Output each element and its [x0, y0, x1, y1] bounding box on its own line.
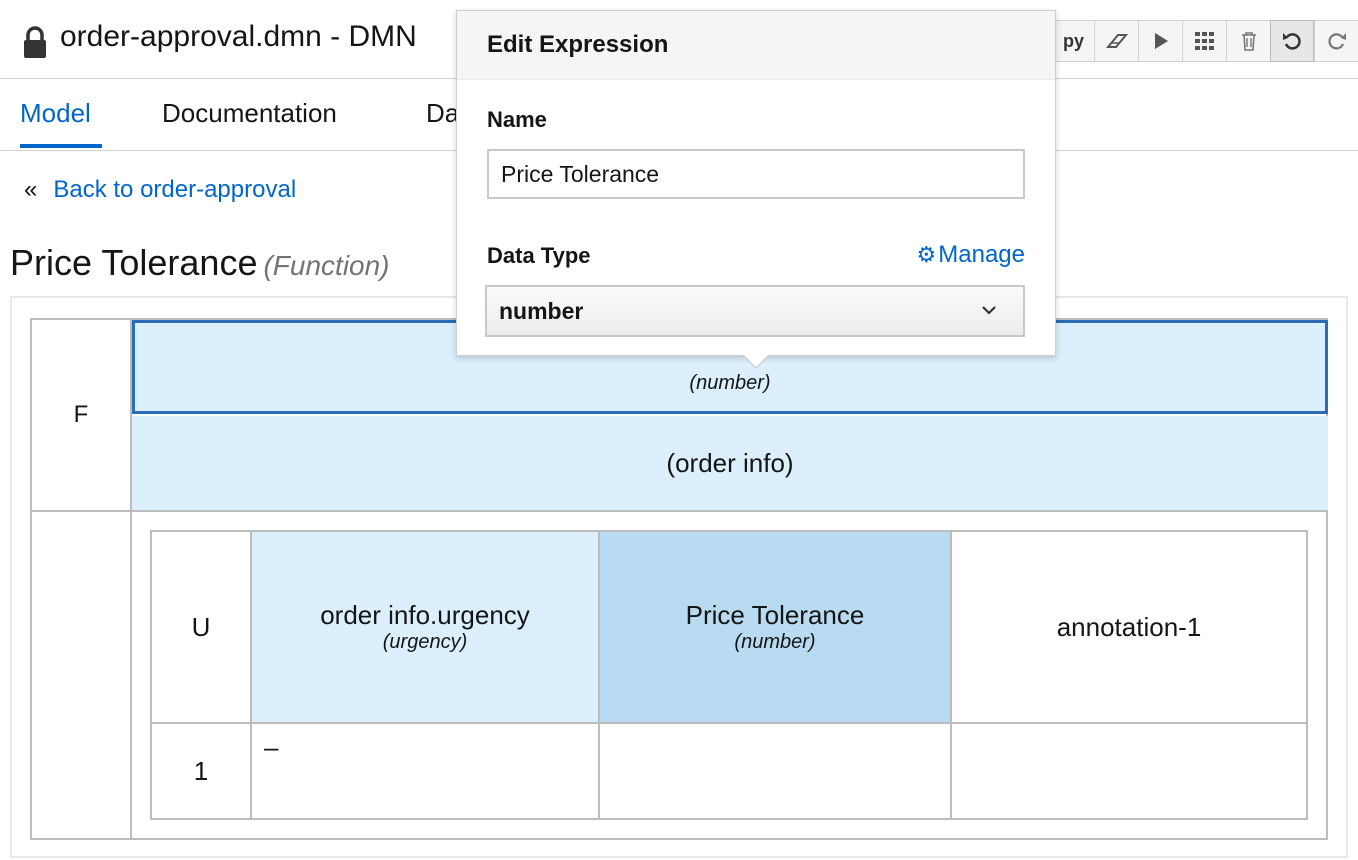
output-column-name: Price Tolerance: [685, 600, 865, 630]
manage-label: Manage: [938, 241, 1025, 268]
eraser-button[interactable]: [1094, 20, 1138, 62]
redo-button[interactable]: [1314, 20, 1358, 62]
back-link-label: Back to order-approval: [53, 176, 297, 203]
toolbar: py: [1034, 20, 1358, 64]
data-type-select[interactable]: number: [485, 285, 1025, 337]
row-input-value: –: [264, 732, 279, 762]
row-input-cell[interactable]: –: [252, 724, 600, 818]
expression-name-input[interactable]: [487, 149, 1025, 199]
row-output-cell[interactable]: [600, 724, 952, 818]
data-type-label: Data Type: [487, 243, 591, 268]
function-kind-label: F: [73, 401, 89, 428]
popover-arrow-inner: [743, 354, 769, 367]
input-column-header[interactable]: order info.urgency (urgency): [252, 532, 600, 724]
eraser-icon: [1105, 34, 1128, 48]
expression-name: Price Tolerance: [10, 242, 258, 283]
delete-button[interactable]: [1226, 20, 1270, 62]
row-number-cell[interactable]: 1: [152, 724, 252, 818]
gear-icon: ⚙: [916, 242, 937, 267]
output-column-header[interactable]: Price Tolerance (number): [600, 532, 952, 724]
popover-title: Edit Expression: [457, 11, 1055, 80]
grid-icon: [1194, 32, 1214, 50]
tab-data-types[interactable]: Da: [426, 98, 459, 129]
function-parameters: (order info): [666, 447, 794, 478]
input-column-name: order info.urgency: [320, 600, 530, 630]
row-annotation-cell[interactable]: [952, 724, 1306, 818]
back-link[interactable]: « Back to order-approval: [24, 176, 296, 204]
undo-icon: [1283, 33, 1301, 50]
edit-expression-popover: Edit Expression Name Data Type ⚙ Manage …: [456, 10, 1056, 369]
manage-data-types-link[interactable]: ⚙ Manage: [917, 241, 1025, 269]
function-body-gutter: [32, 512, 132, 840]
run-button[interactable]: [1138, 20, 1182, 62]
annotation-column-name: annotation-1: [1056, 611, 1202, 642]
tab-documentation[interactable]: Documentation: [162, 98, 337, 129]
function-signature-type: (number): [689, 371, 771, 394]
copy-label: py: [1062, 30, 1084, 51]
active-tab-indicator: [20, 144, 102, 148]
function-kind-cell[interactable]: F: [32, 320, 132, 512]
editor-title: order-approval.dmn - DMN: [60, 20, 417, 53]
trash-icon: [1241, 32, 1256, 51]
play-icon: [1154, 33, 1168, 49]
undo-button[interactable]: [1270, 20, 1314, 62]
output-column-type: (number): [734, 631, 816, 653]
expression-kind: (Function): [263, 250, 390, 281]
data-type-value: number: [499, 297, 584, 324]
decision-table: U order info.urgency (urgency) Price Tol…: [150, 530, 1308, 820]
name-label: Name: [487, 107, 547, 132]
lock-icon: [24, 26, 46, 58]
redo-icon: [1327, 33, 1346, 50]
function-parameters-cell[interactable]: (order info): [132, 416, 1328, 512]
row-number: 1: [193, 755, 209, 786]
hit-policy-cell[interactable]: U: [152, 532, 252, 724]
grid-button[interactable]: [1182, 20, 1226, 62]
input-column-type: (urgency): [382, 631, 468, 653]
expression-heading: Price Tolerance (Function): [10, 242, 390, 284]
tab-model[interactable]: Model: [20, 98, 91, 129]
double-chevron-left-icon: «: [24, 176, 38, 203]
chevron-down-icon: [981, 299, 997, 322]
hit-policy: U: [191, 611, 211, 642]
annotation-column-header[interactable]: annotation-1: [952, 532, 1306, 724]
